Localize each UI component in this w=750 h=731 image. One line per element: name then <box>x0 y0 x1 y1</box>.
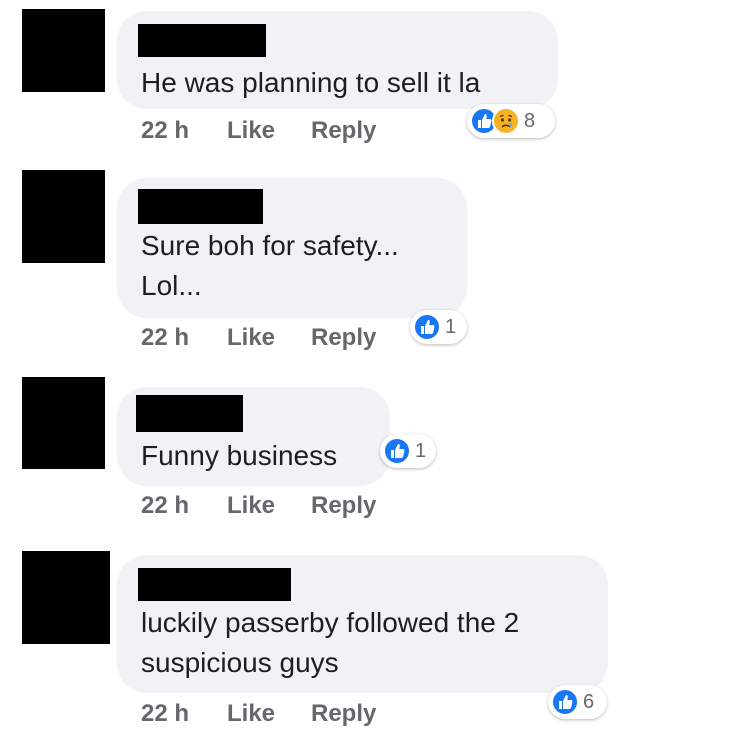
timestamp[interactable]: 22 h <box>141 699 189 729</box>
redacted-author-name <box>136 395 243 432</box>
reply-link[interactable]: Reply <box>311 699 376 729</box>
reply-link[interactable]: Reply <box>311 323 376 353</box>
comment-bubble: luckily passerby followed the 2 suspicio… <box>117 555 608 693</box>
like-icon <box>383 437 411 465</box>
avatar[interactable] <box>22 377 105 469</box>
reply-link[interactable]: Reply <box>311 491 376 521</box>
timestamp[interactable]: 22 h <box>141 323 189 353</box>
reaction-count: 1 <box>415 439 427 462</box>
like-link[interactable]: Like <box>227 116 275 146</box>
avatar[interactable] <box>22 170 105 263</box>
reply-link[interactable]: Reply <box>311 116 376 146</box>
avatar[interactable] <box>22 551 110 644</box>
reaction-count: 1 <box>445 315 457 338</box>
comment-text: Funny business <box>141 440 338 471</box>
redacted-author-name <box>138 568 291 601</box>
comment-bubble: Sure boh for safety... Lol... <box>117 178 467 318</box>
timestamp[interactable]: 22 h <box>141 491 189 521</box>
reaction-summary[interactable]: 1 <box>410 310 467 344</box>
like-link[interactable]: Like <box>227 699 275 729</box>
reaction-summary[interactable]: 1 <box>380 434 436 468</box>
reaction-summary[interactable]: 6 <box>548 685 607 719</box>
timestamp[interactable]: 22 h <box>141 116 189 146</box>
like-icon <box>413 313 441 341</box>
like-link[interactable]: Like <box>227 491 275 521</box>
like-link[interactable]: Like <box>227 323 275 353</box>
comment-text: luckily passerby followed the 2 suspicio… <box>141 607 520 678</box>
redacted-author-name <box>138 24 266 57</box>
reaction-summary[interactable]: 8 <box>467 104 555 138</box>
like-icon <box>551 688 579 716</box>
comment-text: He was planning to sell it la <box>141 67 481 98</box>
comment-bubble: Funny business <box>117 387 390 486</box>
comment-bubble: He was planning to sell it la <box>117 11 558 109</box>
redacted-author-name <box>138 189 263 224</box>
sad-icon <box>492 107 520 135</box>
comment-text: Sure boh for safety... Lol... <box>141 230 399 301</box>
reaction-count: 8 <box>524 109 536 132</box>
reaction-count: 6 <box>583 690 595 713</box>
avatar[interactable] <box>22 9 105 92</box>
